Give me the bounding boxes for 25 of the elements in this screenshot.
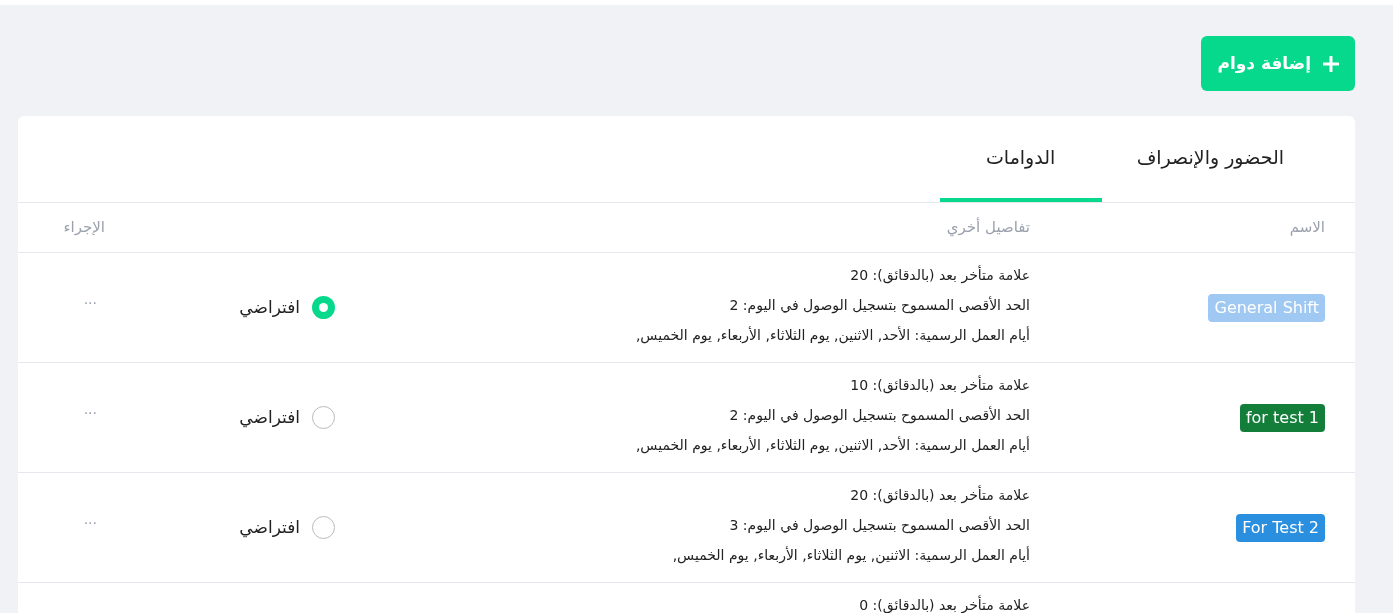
detail-line: أيام العمل الرسمية: الاثنين, يوم الثلاثاء, الأربعاء, يوم الخميس, xyxy=(671,545,1030,566)
detail-line: علامة متأخر بعد (بالدقائق): 20 xyxy=(849,485,1030,506)
column-header: الإجراء xyxy=(63,217,105,239)
detail-line: أيام العمل الرسمية: الأحد, الاثنين, يوم الثلاثاء, الأربعاء, يوم الخميس, xyxy=(634,325,1030,346)
detail-line: الحد الأقصى المسموح بتسجيل الوصول في اليوم: 3 xyxy=(728,515,1030,536)
plus-icon xyxy=(1323,55,1339,72)
shift-tag: for test 1 xyxy=(1239,403,1325,432)
detail-line: علامة متأخر بعد (بالدقائق): 10 xyxy=(849,375,1030,396)
shift-tag: General Shift xyxy=(1208,293,1325,322)
detail-line: الحد الأقصى المسموح بتسجيل الوصول في اليوم: 2 xyxy=(728,295,1030,316)
radio-button[interactable] xyxy=(312,296,335,319)
radio-button[interactable] xyxy=(312,516,335,539)
tab[interactable]: الحضور والإنصراف xyxy=(1124,116,1296,202)
default-radio[interactable]: افتراضي xyxy=(239,514,335,541)
detail-line: علامة متأخر بعد (بالدقائق): 20 xyxy=(849,265,1030,286)
default-radio[interactable]: افتراضي xyxy=(239,404,335,431)
shift-tag: For Test 2 xyxy=(1236,513,1325,542)
detail-line: الحد الأقصى المسموح بتسجيل الوصول في اليوم: 2 xyxy=(728,405,1030,426)
default-radio[interactable]: افتراضي xyxy=(239,294,335,321)
tab[interactable]: الدوامات xyxy=(939,116,1102,202)
column-header: تفاصيل أخري xyxy=(946,216,1030,239)
detail-line: أيام العمل الرسمية: الأحد, الاثنين, يوم الثلاثاء, الأربعاء, يوم الخميس, xyxy=(634,435,1030,456)
column-header: الاسم xyxy=(1289,217,1325,239)
detail-line: علامة متأخر بعد (بالدقائق): 0 xyxy=(858,595,1030,613)
radio-button[interactable] xyxy=(312,406,335,429)
